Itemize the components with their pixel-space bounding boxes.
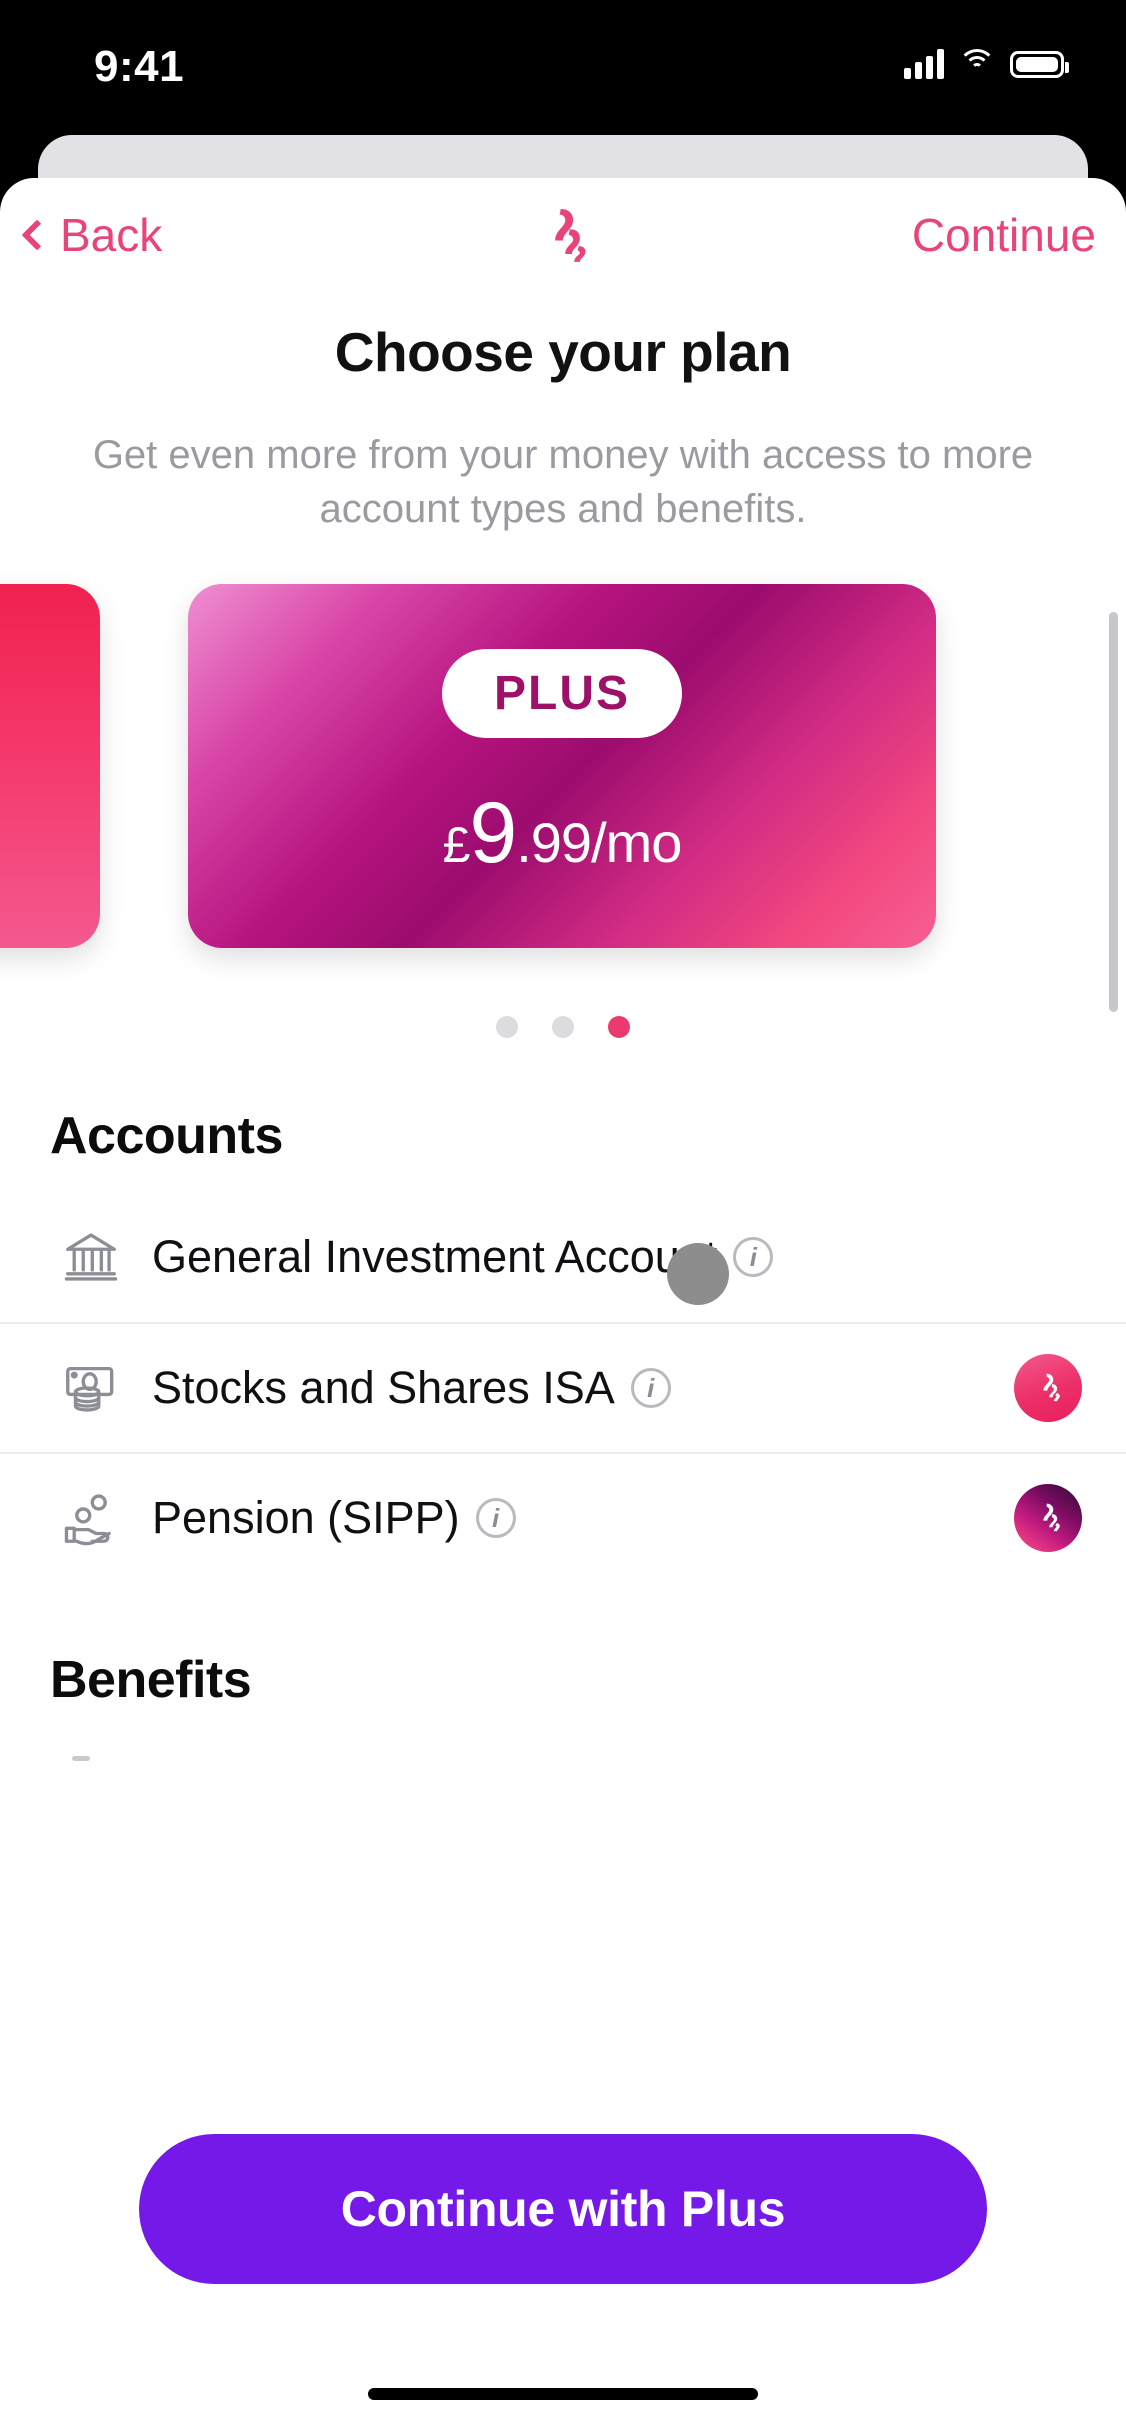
pagination-dot[interactable] <box>552 1016 574 1038</box>
account-row-label: Stocks and Shares ISA i <box>152 1362 1014 1414</box>
hand-coins-icon <box>50 1487 132 1549</box>
account-row-label: General Investment Account i <box>152 1231 1082 1283</box>
benefits-heading: Benefits <box>50 1651 252 1709</box>
cursor-indicator <box>667 1243 729 1305</box>
page-title: Choose your plan <box>334 321 792 383</box>
plan-selection-sheet: Back Continue Choose your plan Get even … <box>0 178 1126 2436</box>
vertical-scrollbar[interactable] <box>1109 612 1118 1012</box>
pagination-dot-active[interactable] <box>608 1016 630 1038</box>
price-major: 9 <box>469 785 517 881</box>
account-label-text: Pension (SIPP) <box>152 1492 460 1543</box>
carousel-pagination-dots[interactable] <box>0 1016 1126 1038</box>
account-row-general-investment[interactable]: General Investment Account i <box>0 1192 1126 1322</box>
plus-plan-badge: PLUS <box>441 649 682 738</box>
account-label-text: Stocks and Shares ISA <box>152 1362 615 1413</box>
benefits-list-partial <box>72 1756 90 1761</box>
continue-with-plus-button[interactable]: Continue with Plus <box>139 2134 987 2284</box>
accounts-list: General Investment Account i Stocks and … <box>0 1192 1126 1582</box>
chevron-left-icon <box>21 219 53 251</box>
status-indicators <box>904 44 1069 84</box>
status-bar: 9:41 <box>0 0 1126 132</box>
back-button[interactable]: Back <box>21 208 163 262</box>
navigation-bar: Back Continue <box>0 178 1126 298</box>
phone-screen: 9:41 Back Continue Choose your plan Get … <box>0 0 1126 2436</box>
plan-carousel[interactable]: PLUS £ 9 .99/mo <box>0 584 1126 984</box>
account-label-text: General Investment Account <box>152 1231 718 1282</box>
pagination-dot[interactable] <box>496 1016 518 1038</box>
account-row-stocks-isa[interactable]: Stocks and Shares ISA i <box>0 1322 1126 1452</box>
standard-plan-card[interactable] <box>0 584 100 948</box>
plus-plan-price: £ 9 .99/mo <box>442 784 683 883</box>
continue-button[interactable]: Continue <box>912 208 1096 262</box>
home-indicator <box>368 2388 758 2400</box>
bank-building-icon <box>50 1226 132 1288</box>
price-currency: £ <box>442 817 471 873</box>
info-circle-icon[interactable]: i <box>630 1368 671 1408</box>
back-button-label: Back <box>60 209 163 261</box>
freetrade-logo-icon <box>527 200 599 272</box>
plus-plan-card[interactable]: PLUS £ 9 .99/mo <box>188 584 936 948</box>
info-circle-icon[interactable]: i <box>733 1237 774 1277</box>
cellular-signal-icon <box>904 49 944 79</box>
battery-icon <box>1010 50 1069 78</box>
page-subtitle: Get even more from your money with acces… <box>92 433 1034 531</box>
wifi-icon <box>958 49 996 79</box>
account-row-label: Pension (SIPP) i <box>152 1492 1014 1544</box>
info-circle-icon[interactable]: i <box>475 1498 516 1538</box>
banknote-coins-icon <box>50 1357 132 1419</box>
price-minor: .99/mo <box>516 811 682 874</box>
standard-tier-badge <box>1014 1354 1082 1422</box>
plus-tier-badge <box>1014 1484 1082 1552</box>
accounts-heading: Accounts <box>50 1107 283 1165</box>
account-row-pension-sipp[interactable]: Pension (SIPP) i <box>0 1452 1126 1582</box>
status-time: 9:41 <box>94 42 185 91</box>
